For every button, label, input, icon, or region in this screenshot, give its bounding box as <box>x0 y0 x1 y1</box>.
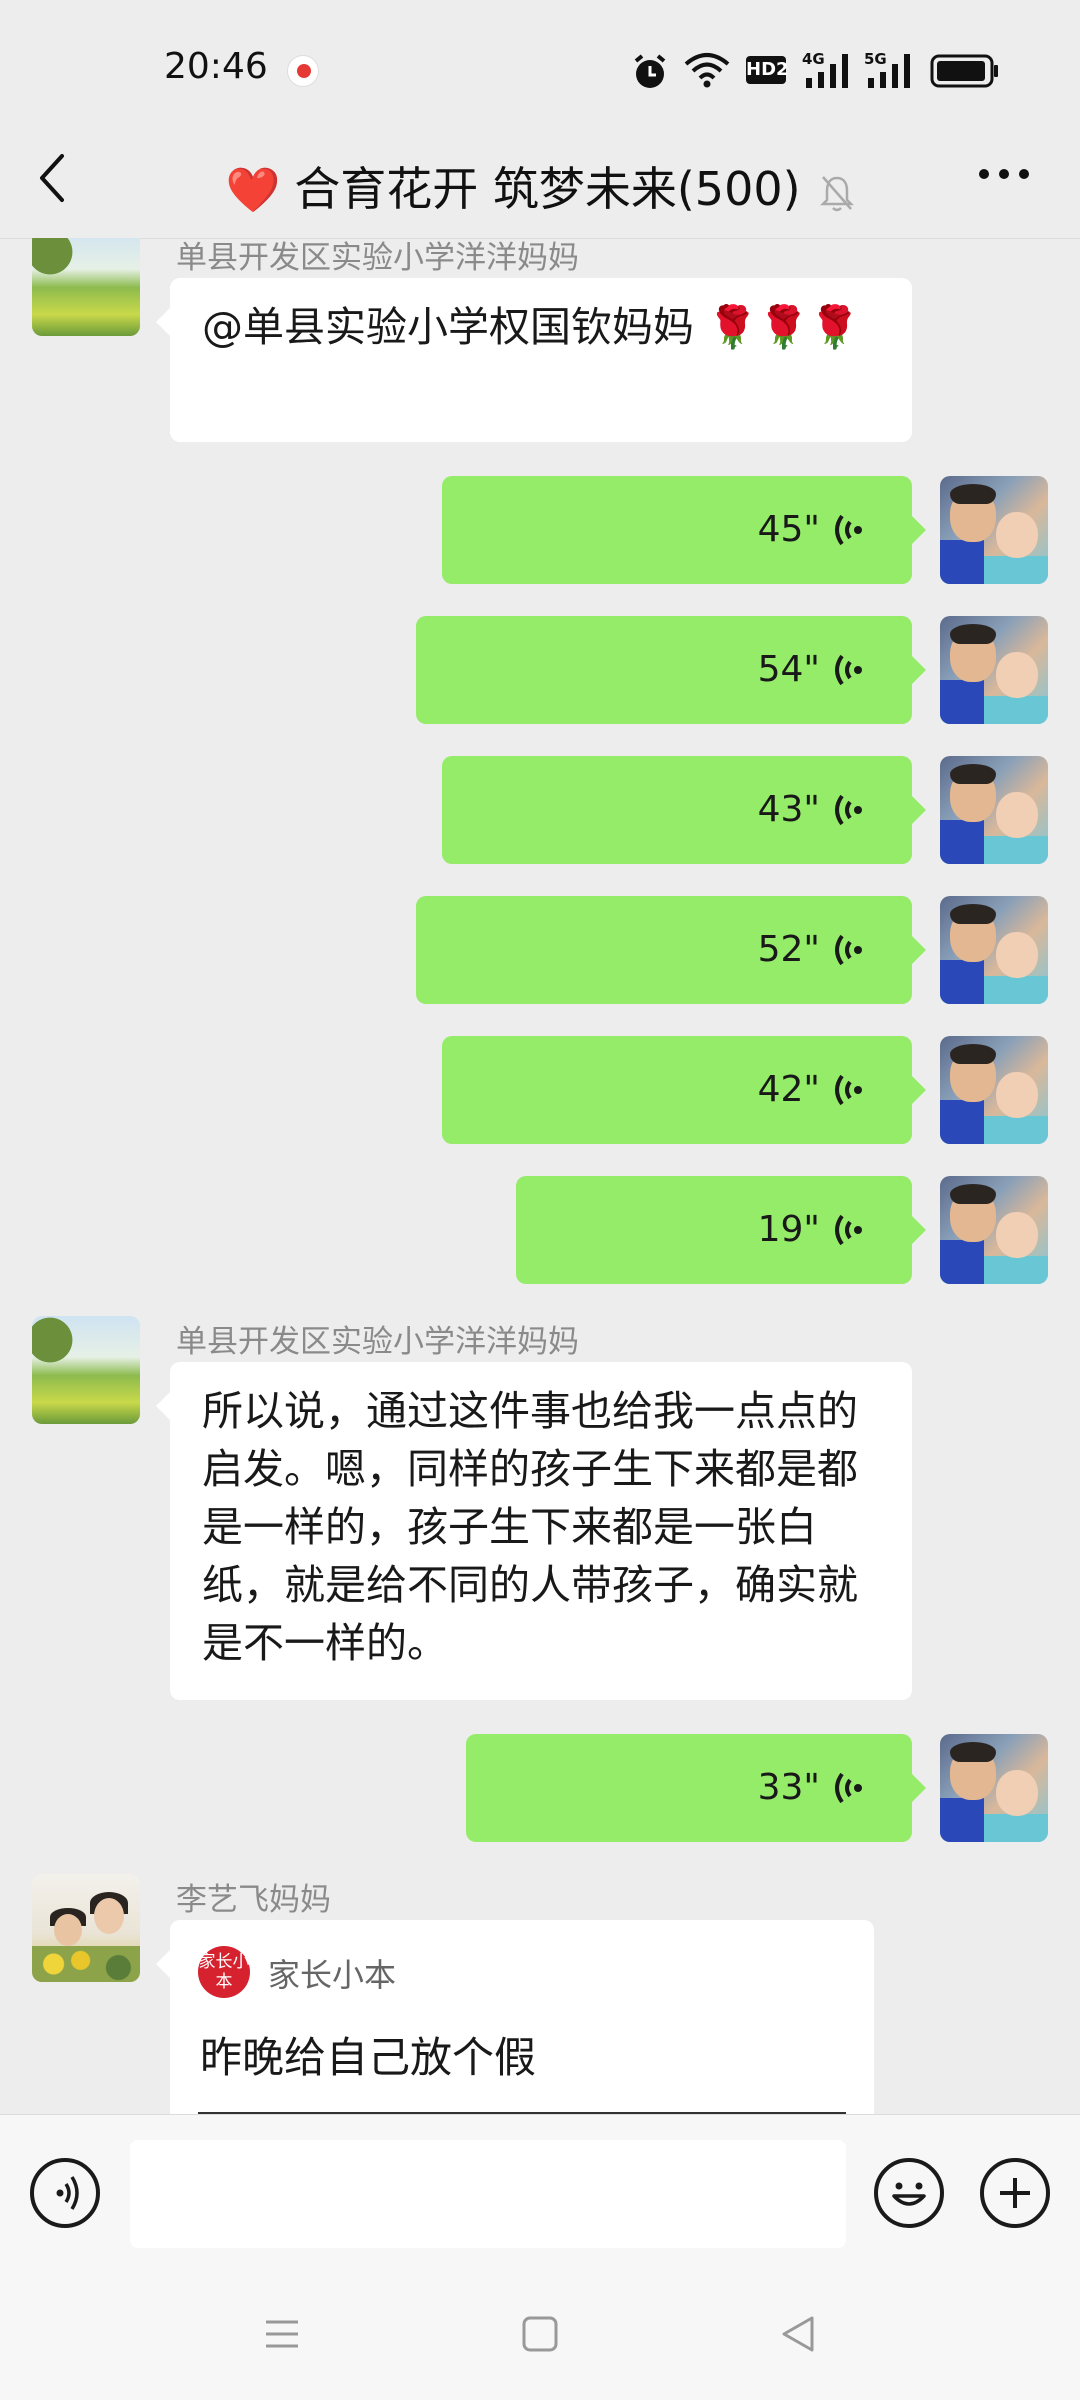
link-card[interactable]: 家长小本 家长小本 昨晚给自己放个假 <box>156 1920 874 2114</box>
heart-icon: ❤️ <box>225 165 281 216</box>
avatar[interactable] <box>940 1734 1048 1842</box>
sender-name: 李艺飞妈妈 <box>176 1882 331 1918</box>
avatar[interactable] <box>940 756 1048 864</box>
avatar[interactable] <box>940 616 1048 724</box>
avatar[interactable] <box>32 238 140 336</box>
voice-duration: 52" <box>757 929 820 970</box>
back-icon[interactable] <box>778 2314 818 2354</box>
message-bubble[interactable]: @单县实验小学权国钦妈妈 🌹🌹🌹 <box>156 278 912 442</box>
menu-icon[interactable] <box>262 2314 302 2354</box>
bell-muted-icon <box>819 175 854 211</box>
alarm-icon <box>634 54 666 88</box>
sender-name: 单县开发区实验小学洋洋妈妈 <box>176 240 579 276</box>
voice-input-icon[interactable] <box>30 2158 100 2228</box>
voice-duration: 54" <box>757 649 820 690</box>
message-input[interactable] <box>130 2140 846 2248</box>
signal-4g-icon: 4G <box>802 50 854 90</box>
wifi-icon <box>684 53 730 88</box>
voice-wave-icon <box>835 794 862 826</box>
home-icon[interactable] <box>520 2314 560 2354</box>
avatar[interactable] <box>32 1874 140 1982</box>
voice-message[interactable]: 45" <box>442 476 926 584</box>
voice-message[interactable]: 33" <box>466 1734 926 1842</box>
voice-wave-icon <box>835 514 862 546</box>
voice-message[interactable]: 54" <box>416 616 926 724</box>
sender-name: 单县开发区实验小学洋洋妈妈 <box>176 1324 579 1360</box>
voice-wave-icon <box>835 1772 862 1804</box>
plus-icon[interactable] <box>980 2158 1050 2228</box>
voice-wave-icon <box>835 1214 862 1246</box>
status-bar <box>0 0 1080 140</box>
record-icon <box>288 56 318 86</box>
avatar[interactable] <box>32 1316 140 1424</box>
voice-message[interactable]: 42" <box>442 1036 926 1144</box>
avatar[interactable] <box>940 476 1048 584</box>
battery-icon <box>930 54 998 88</box>
status-time: 20:46 <box>164 46 268 87</box>
card-source-logo: 家长小本 <box>198 1946 250 1998</box>
avatar[interactable] <box>940 1036 1048 1144</box>
hd2-icon: HD2 <box>746 56 789 84</box>
avatar[interactable] <box>940 1176 1048 1284</box>
emoji-icon[interactable] <box>874 2158 944 2228</box>
voice-wave-icon <box>835 654 862 686</box>
more-icon[interactable] <box>976 164 1032 184</box>
avatar[interactable] <box>940 896 1048 1004</box>
signal-5g-icon: 5G <box>864 50 916 90</box>
voice-duration: 43" <box>757 789 820 830</box>
voice-message[interactable]: 52" <box>416 896 926 1004</box>
voice-message[interactable]: 19" <box>516 1176 926 1284</box>
card-title: 昨晚给自己放个假 <box>200 2033 537 2082</box>
voice-duration: 33" <box>757 1767 820 1808</box>
voice-duration: 19" <box>757 1209 820 1250</box>
voice-wave-icon <box>835 1074 862 1106</box>
card-source: 家长小本 <box>268 1956 397 1994</box>
voice-wave-icon <box>835 934 862 966</box>
message-list[interactable]: 单县开发区实验小学洋洋妈妈 @单县实验小学权国钦妈妈 🌹🌹🌹 45" 54" 4… <box>0 238 1080 2114</box>
voice-message[interactable]: 43" <box>442 756 926 864</box>
chat-title: ❤️ 合育花开 筑梦未来(500) <box>0 141 1080 237</box>
voice-duration: 45" <box>757 509 820 550</box>
chat-title-text: 合育花开 筑梦未来(500) <box>294 162 801 216</box>
message-text: @单县实验小学权国钦妈妈 🌹🌹🌹 <box>202 303 861 351</box>
message-text: 所以说，通过这件事也给我一点点的启发。嗯，同样的孩子生下来都是都是一样的，孩子生… <box>202 1387 858 1667</box>
message-bubble[interactable]: 所以说，通过这件事也给我一点点的启发。嗯，同样的孩子生下来都是都是一样的，孩子生… <box>156 1362 912 1700</box>
voice-duration: 42" <box>757 1069 820 1110</box>
